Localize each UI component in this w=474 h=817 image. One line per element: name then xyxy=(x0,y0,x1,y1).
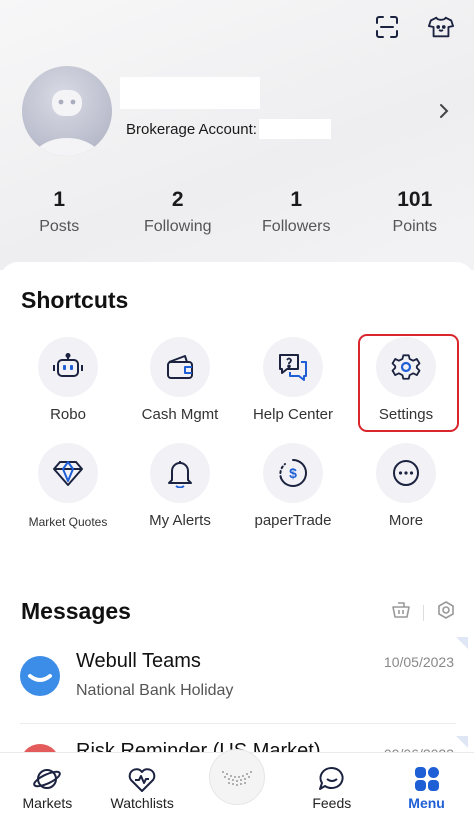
shortcut-cash-mgmt[interactable]: Cash Mgmt xyxy=(124,337,236,423)
message-subtitle: National Bank Holiday xyxy=(76,682,234,699)
shortcut-label: Help Center xyxy=(252,406,334,423)
svg-text:$: $ xyxy=(289,465,297,481)
brokerage-account[interactable]: Brokerage Account: xyxy=(126,119,331,139)
bottom-tab-bar: Markets Watchlists Feeds Menu xyxy=(0,749,474,817)
stat-label: Points xyxy=(392,218,437,235)
tab-markets[interactable]: Markets xyxy=(0,753,95,817)
stat-following[interactable]: 2 Following xyxy=(119,188,238,236)
shortcut-help-center[interactable]: Help Center xyxy=(237,337,349,423)
tab-label: Watchlists xyxy=(110,795,174,811)
message-title: Webull Teams xyxy=(76,650,201,672)
top-actions xyxy=(374,14,454,40)
username-redacted xyxy=(120,77,260,109)
menu-grid-icon xyxy=(379,763,474,793)
stat-points[interactable]: 101 Points xyxy=(356,188,474,236)
messages-title: Messages xyxy=(21,598,131,624)
tab-menu[interactable]: Menu xyxy=(379,753,474,817)
stat-value: 1 xyxy=(53,188,66,211)
heart-icon xyxy=(95,763,190,793)
shortcut-label: Market Quotes xyxy=(28,515,108,529)
tab-label: Menu xyxy=(408,795,445,811)
messages-tools xyxy=(391,600,456,625)
clear-basket-icon[interactable] xyxy=(391,601,411,624)
stat-followers[interactable]: 1 Followers xyxy=(237,188,356,236)
webull-teams-logo-icon xyxy=(20,656,60,696)
shortcut-my-alerts[interactable]: My Alerts xyxy=(124,443,236,529)
shortcut-label: My Alerts xyxy=(149,512,211,529)
shortcuts-title: Shortcuts xyxy=(21,287,129,313)
unread-corner-marker xyxy=(456,736,468,748)
tab-watchlists[interactable]: Watchlists xyxy=(95,753,190,817)
paper-trade-icon: $ xyxy=(263,443,323,503)
settings-highlight xyxy=(358,334,459,432)
wallet-icon xyxy=(150,337,210,397)
skin-shirt-icon[interactable] xyxy=(428,14,454,40)
unread-corner-marker xyxy=(456,637,468,649)
tab-label: Markets xyxy=(22,795,73,811)
stat-value: 1 xyxy=(290,188,303,211)
shortcut-papertrade[interactable]: $ paperTrade xyxy=(237,443,349,529)
tab-home[interactable] xyxy=(190,749,285,817)
webull-logo-icon xyxy=(208,749,265,805)
tools-divider xyxy=(423,604,424,621)
shortcut-robo[interactable]: Robo xyxy=(12,337,124,423)
avatar[interactable] xyxy=(22,66,112,156)
shortcut-market-quotes[interactable]: Market Quotes xyxy=(12,443,124,529)
message-date: 10/05/2023 xyxy=(383,654,454,670)
chevron-right-icon[interactable] xyxy=(436,101,452,121)
diamond-icon xyxy=(38,443,98,503)
shortcut-label: Robo xyxy=(50,406,86,423)
stat-label: Posts xyxy=(39,218,80,235)
brokerage-label: Brokerage Account: xyxy=(126,120,257,138)
bell-icon xyxy=(150,443,210,503)
message-settings-icon[interactable] xyxy=(436,600,456,625)
robot-icon xyxy=(38,337,98,397)
tab-label: Feeds xyxy=(312,795,352,811)
chat-icon xyxy=(284,763,379,793)
shortcut-label: paperTrade xyxy=(254,512,332,529)
stat-label: Followers xyxy=(262,218,331,235)
stats-row: 1 Posts 2 Following 1 Followers 101 Poin… xyxy=(0,188,474,236)
stat-label: Following xyxy=(143,218,212,235)
stat-value: 101 xyxy=(397,188,433,211)
message-divider xyxy=(20,723,456,724)
stat-posts[interactable]: 1 Posts xyxy=(0,188,119,236)
tab-feeds[interactable]: Feeds xyxy=(284,753,379,817)
shortcut-more[interactable]: More xyxy=(350,443,462,529)
account-number-redacted xyxy=(258,119,331,139)
stat-value: 2 xyxy=(171,188,184,211)
shortcut-label: More xyxy=(388,512,424,529)
help-chat-icon xyxy=(263,337,323,397)
scan-icon[interactable] xyxy=(374,14,400,40)
shortcut-label: Cash Mgmt xyxy=(141,406,219,423)
planet-icon xyxy=(0,763,95,793)
more-icon xyxy=(376,443,436,503)
